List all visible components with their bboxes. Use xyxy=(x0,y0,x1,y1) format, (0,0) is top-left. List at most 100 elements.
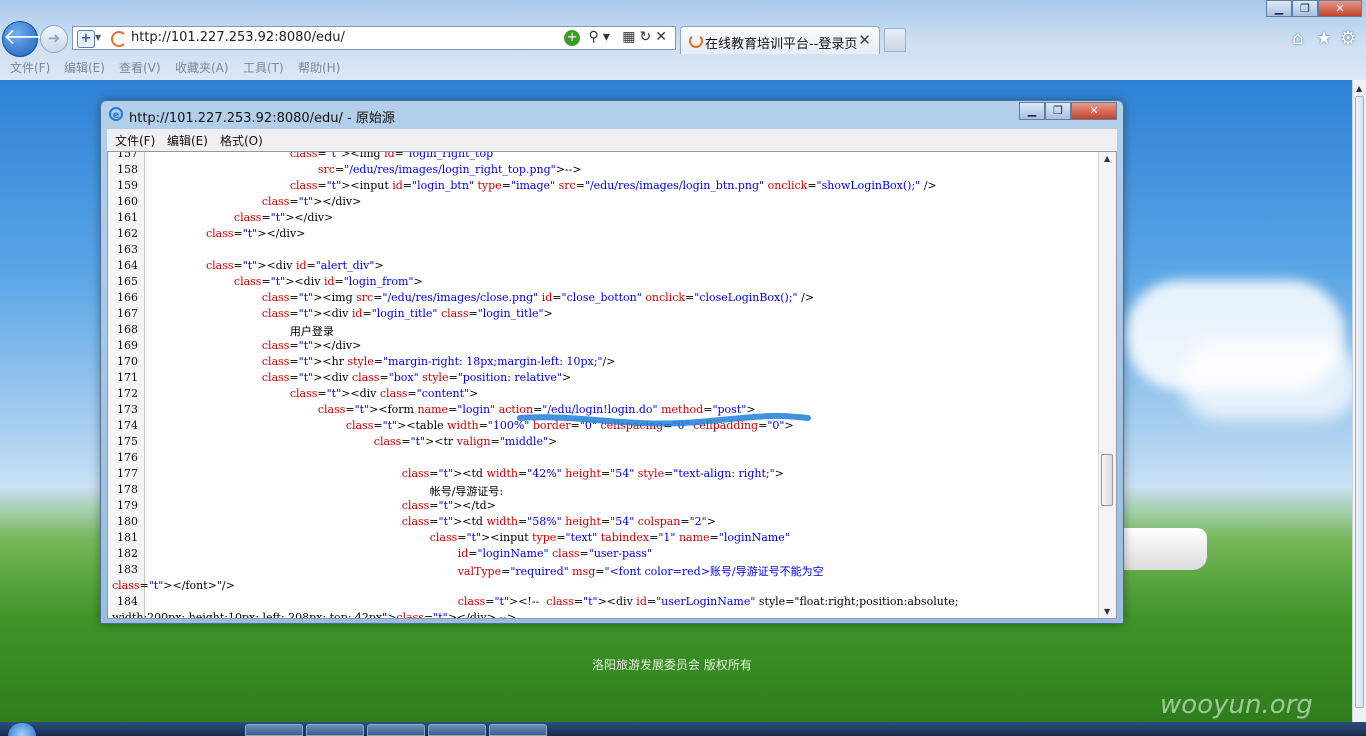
line-number: 170 xyxy=(117,355,138,368)
code-line: valType="required" msg="<font color=red>… xyxy=(457,565,824,578)
tab-title: 在线教育培训平台--登录页 xyxy=(705,37,858,52)
page-scrollbar[interactable]: ▲ xyxy=(1352,80,1366,722)
browser-chrome: 🡐 ➜ + ▼ http://101.227.253.92:8080/edu/ … xyxy=(0,0,1366,80)
line-number: 159 xyxy=(117,179,138,192)
login-panel-edge xyxy=(1123,528,1207,570)
line-number: 180 xyxy=(117,515,138,528)
code-line: id="loginName" class="user-pass" xyxy=(457,547,652,560)
line-number: 161 xyxy=(117,211,138,224)
taskbar-button[interactable] xyxy=(367,724,425,736)
source-minimize-button[interactable]: ▁ xyxy=(1019,102,1045,120)
line-number: 173 xyxy=(117,403,138,416)
code-line: class="t"></font>"/> xyxy=(112,579,235,592)
scroll-down-icon[interactable]: ▼ xyxy=(1104,607,1110,616)
close-button[interactable]: ✕ xyxy=(1318,0,1362,17)
code-line: 用户登录 xyxy=(150,325,334,338)
source-menu-file[interactable]: 文件(F) xyxy=(115,132,155,149)
line-number: 158 xyxy=(117,163,138,176)
line-number: 160 xyxy=(117,195,138,208)
line-number: 167 xyxy=(117,307,138,320)
code-line: class="t"></div> xyxy=(261,195,362,208)
code-line: class="t"><form name="login" action="/ed… xyxy=(317,403,756,416)
line-number: 182 xyxy=(117,547,138,560)
loading-icon xyxy=(111,31,127,47)
code-line: class="t"><!-- class="t"><div id="userLo… xyxy=(457,595,959,608)
start-button[interactable] xyxy=(8,723,36,736)
line-number: 183 xyxy=(117,563,138,576)
compat-view-icon[interactable]: + xyxy=(77,30,95,48)
menu-tools[interactable]: 工具(T) xyxy=(243,59,284,76)
source-maximize-button[interactable]: ❐ xyxy=(1045,102,1071,120)
code-line: class="t"></td> xyxy=(401,499,496,512)
code-line: class="t"><div class="content"> xyxy=(289,387,479,400)
taskbar-button[interactable] xyxy=(489,724,547,736)
cloud xyxy=(1180,340,1360,420)
menu-view[interactable]: 查看(V) xyxy=(119,59,161,76)
minimize-button[interactable]: ▁ xyxy=(1266,0,1292,17)
line-number: 172 xyxy=(117,387,138,400)
source-scrollbar[interactable]: ▲ ▼ xyxy=(1098,152,1116,618)
new-tab-button[interactable] xyxy=(884,28,906,52)
dropdown-arrow-icon[interactable]: ▼ xyxy=(95,33,101,42)
source-scroll-thumb[interactable] xyxy=(1101,454,1113,506)
code-line: class="t"><table width="100%" border="0"… xyxy=(345,419,794,432)
menu-help[interactable]: 帮助(H) xyxy=(298,59,340,76)
star-icon[interactable]: ★ xyxy=(1316,28,1332,49)
add-icon[interactable]: + xyxy=(564,30,581,46)
menu-favorites[interactable]: 收藏夹(A) xyxy=(175,59,229,76)
code-line: class="t"><hr style="margin-right: 18px;… xyxy=(261,355,616,368)
line-number-gutter: 157 158 159 160 161 162 163 164 165 166 167 168 169 1… xyxy=(108,152,145,618)
source-menu-bar: 文件(F) 编辑(E) 格式(O) xyxy=(107,129,1117,152)
source-close-button[interactable]: ✕ xyxy=(1071,102,1117,120)
source-titlebar[interactable]: e http://101.227.253.92:8080/edu/ - 原始源 … xyxy=(101,101,1123,129)
line-number: 171 xyxy=(117,371,138,384)
scroll-up-icon[interactable]: ▲ xyxy=(1356,84,1362,93)
maximize-button[interactable]: ❐ xyxy=(1292,0,1318,17)
taskbar-button[interactable] xyxy=(245,724,303,736)
refresh-icon[interactable]: ↻ xyxy=(640,29,656,45)
line-number: 181 xyxy=(117,531,138,544)
code-line: class="t"><div id="alert_div"> xyxy=(205,259,384,272)
code-line: width:200px; height:10px; left: 208px; t… xyxy=(112,611,516,619)
scroll-up-icon[interactable]: ▲ xyxy=(1104,154,1110,163)
search-icon[interactable]: ⚲ xyxy=(589,29,603,45)
taskbar xyxy=(0,722,1366,736)
code-line: class="t"></div> xyxy=(261,339,362,352)
page-scroll-thumb[interactable] xyxy=(1355,96,1364,708)
forward-button[interactable]: ➜ xyxy=(40,25,68,53)
code-line: class="t"></div> xyxy=(205,227,306,240)
gear-icon[interactable]: ⚙ xyxy=(1340,28,1356,49)
line-number: 169 xyxy=(117,339,138,352)
line-number: 168 xyxy=(117,323,138,336)
compat-icon[interactable]: ▦ xyxy=(622,29,639,45)
menu-edit[interactable]: 编辑(E) xyxy=(64,59,105,76)
code-line: class="t"><div id="login_from"> xyxy=(233,275,423,288)
ie-icon: e xyxy=(109,107,123,121)
menu-file[interactable]: 文件(F) xyxy=(10,59,50,76)
source-code-view[interactable]: 157 158 159 160 161 162 163 164 165 166 167 168 169 1… xyxy=(107,151,1117,619)
line-number: 177 xyxy=(117,467,138,480)
taskbar-button[interactable] xyxy=(428,724,486,736)
line-number: 166 xyxy=(117,291,138,304)
source-menu-edit[interactable]: 编辑(E) xyxy=(167,132,208,149)
taskbar-button[interactable] xyxy=(306,724,364,736)
url-text[interactable]: http://101.227.253.92:8080/edu/ xyxy=(131,30,345,45)
watermark: wooyun.org xyxy=(1160,690,1313,720)
back-button[interactable]: 🡐 xyxy=(2,21,62,57)
browser-menu-bar: 文件(F) 编辑(E) 查看(V) 收藏夹(A) 工具(T) 帮助(H) xyxy=(0,56,1366,78)
source-menu-format[interactable]: 格式(O) xyxy=(220,132,263,149)
tab-close-icon[interactable]: ✕ xyxy=(858,31,871,49)
tab-active[interactable]: 在线教育培训平台--登录页 ✕ xyxy=(680,26,880,54)
source-window-controls: ▁ ❐ ✕ xyxy=(1019,102,1117,120)
stop-icon[interactable]: ✕ xyxy=(655,29,671,45)
line-number: 179 xyxy=(117,499,138,512)
line-number: 178 xyxy=(117,483,138,496)
window-controls: ▁ ❐ ✕ xyxy=(1266,0,1362,18)
address-bar[interactable]: + ▼ http://101.227.253.92:8080/edu/ + ⚲▾… xyxy=(72,26,676,50)
page-footer: 洛阳旅游发展委员会 版权所有 xyxy=(592,658,752,672)
line-number: 164 xyxy=(117,259,138,272)
line-number: 162 xyxy=(117,227,138,240)
home-icon[interactable]: ⌂ xyxy=(1292,28,1303,49)
code-line: class="t"><input id="login_btn" type="im… xyxy=(289,179,937,192)
code-line: class="t"><td width="42%" height="54" st… xyxy=(401,467,784,480)
